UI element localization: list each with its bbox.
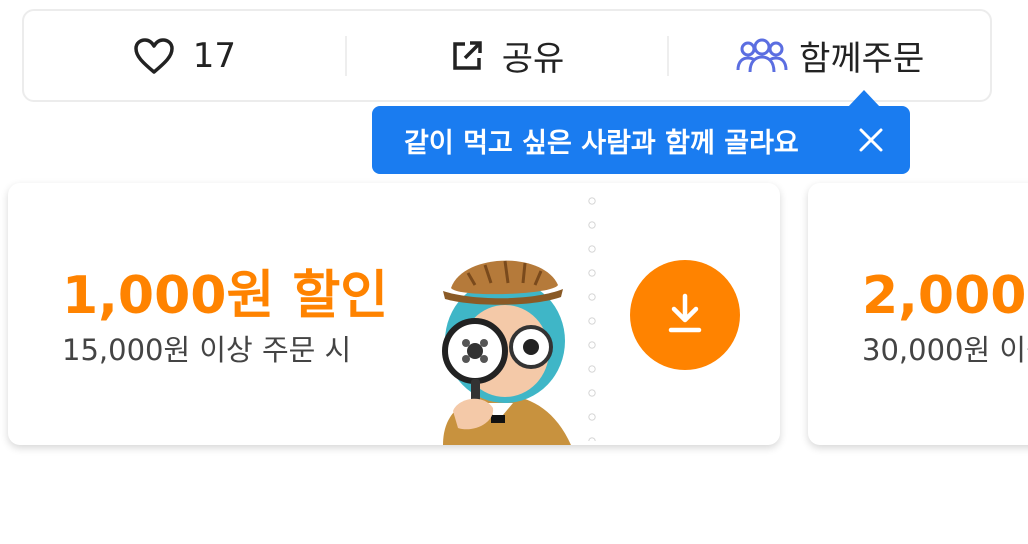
action-bar: 17 공유 함께주문 — [22, 9, 992, 102]
coupon-card[interactable]: 1,000원 할인 15,000원 이상 주문 시 — [8, 183, 780, 445]
close-icon[interactable] — [858, 127, 884, 153]
coupon-perforation — [587, 189, 597, 441]
heart-icon — [133, 37, 175, 75]
coupon-condition: 15,000원 이상 주문 시 — [62, 333, 352, 367]
group-order-label: 함께주문 — [799, 39, 925, 79]
share-button[interactable]: 공유 — [347, 11, 668, 100]
coupon-amount: 1,000원 할인 — [62, 266, 389, 326]
coupon-card[interactable]: 2,000원 30,000원 이상 — [808, 183, 1028, 445]
tooltip-text: 같이 먹고 싶은 사람과 함께 골라요 — [404, 127, 799, 159]
like-count: 17 — [192, 35, 236, 76]
share-label: 공유 — [501, 39, 565, 79]
group-order-button[interactable]: 함께주문 — [669, 11, 990, 100]
tooltip-arrow — [848, 90, 880, 107]
coupon-download-button[interactable] — [630, 260, 740, 370]
download-icon — [663, 291, 707, 339]
share-icon — [450, 39, 484, 73]
group-icon — [735, 37, 789, 75]
coupon-amount: 2,000원 — [862, 266, 1028, 326]
detective-mascot-image — [413, 243, 583, 445]
like-button[interactable]: 17 — [24, 11, 345, 100]
coupon-condition: 30,000원 이상 — [862, 333, 1028, 367]
group-order-tooltip: 같이 먹고 싶은 사람과 함께 골라요 — [372, 106, 910, 174]
